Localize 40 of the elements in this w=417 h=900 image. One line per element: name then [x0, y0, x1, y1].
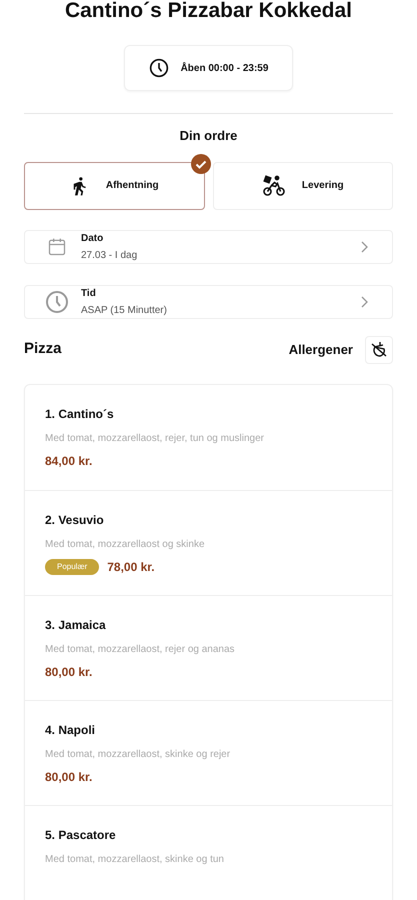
item-name: 5. Pascatore — [45, 826, 117, 844]
menu-item[interactable]: 1. Cantino´s Med tomat, mozzarellaost, rejer, tun og muslinger 84,00 kr. — [25, 384, 392, 490]
item-price: 80,00 kr. — [45, 768, 92, 786]
picker-row[interactable]: Dato 27.03 - I dag — [24, 230, 393, 264]
opening-hours: Åben 00:00 - 23:59 — [180, 61, 268, 76]
picker-label: Dato — [81, 232, 104, 246]
item-name: 3. Jamaica — [45, 616, 107, 634]
item-name: 1. Cantino´s — [45, 406, 115, 422]
section-title: Pizza — [24, 339, 62, 360]
picker-value: ASAP (15 Minutter) — [81, 304, 167, 318]
check-icon — [190, 154, 210, 174]
item-description: Med tomat, mozzarellaost, rejer og ananas — [45, 642, 236, 656]
order-mode-option[interactable]: Levering — [212, 162, 393, 210]
crossed-nut-icon — [369, 340, 389, 360]
clock-icon — [148, 58, 169, 78]
item-description: Med tomat, mozzarellaost og skinke — [45, 538, 206, 552]
item-description: Med tomat, mozzarellaost, skinke og tun — [45, 852, 225, 866]
calendar-icon — [47, 236, 67, 256]
popular-tag: Populær — [45, 558, 100, 574]
item-price: 84,00 kr. — [45, 452, 92, 470]
menu-item[interactable]: 5. Pascatore Med tomat, mozzarellaost, skinke og tun — [25, 804, 392, 900]
restaurant-title: Cantino´s Pizzabar Kokkedal — [64, 0, 354, 21]
clock-icon — [45, 290, 69, 314]
item-description: Med tomat, mozzarellaost, skinke og rejer — [45, 748, 232, 762]
order-heading: Din ordre — [178, 127, 238, 145]
item-price: 78,00 kr. — [107, 558, 155, 576]
item-name: 2. Vesuvio — [45, 512, 105, 528]
cyclist-icon — [262, 174, 286, 198]
menu-item[interactable]: 2. Vesuvio Med tomat, mozzarellaost og skinke Populær 78,00 kr. — [25, 490, 392, 594]
order-mode-option[interactable]: Afhentning — [24, 162, 204, 210]
menu-item[interactable]: 4. Napoli Med tomat, mozzarellaost, skinke og rejer 80,00 kr. — [25, 700, 392, 804]
item-description: Med tomat, mozzarellaost, rejer, tun og muslinger — [45, 432, 265, 446]
picker-value: 27.03 - I dag — [81, 248, 138, 262]
allergens-label: Allergener — [288, 340, 353, 359]
picker-label: Tid — [81, 286, 96, 300]
picker-row[interactable]: Tid ASAP (15 Minutter) — [24, 284, 393, 318]
item-name: 4. Napoli — [45, 722, 96, 738]
menu-item[interactable]: 3. Jamaica Med tomat, mozzarellaost, rejer og ananas 80,00 kr. — [25, 594, 392, 700]
item-price: 80,00 kr. — [45, 664, 92, 680]
allergens-button[interactable] — [365, 336, 393, 364]
